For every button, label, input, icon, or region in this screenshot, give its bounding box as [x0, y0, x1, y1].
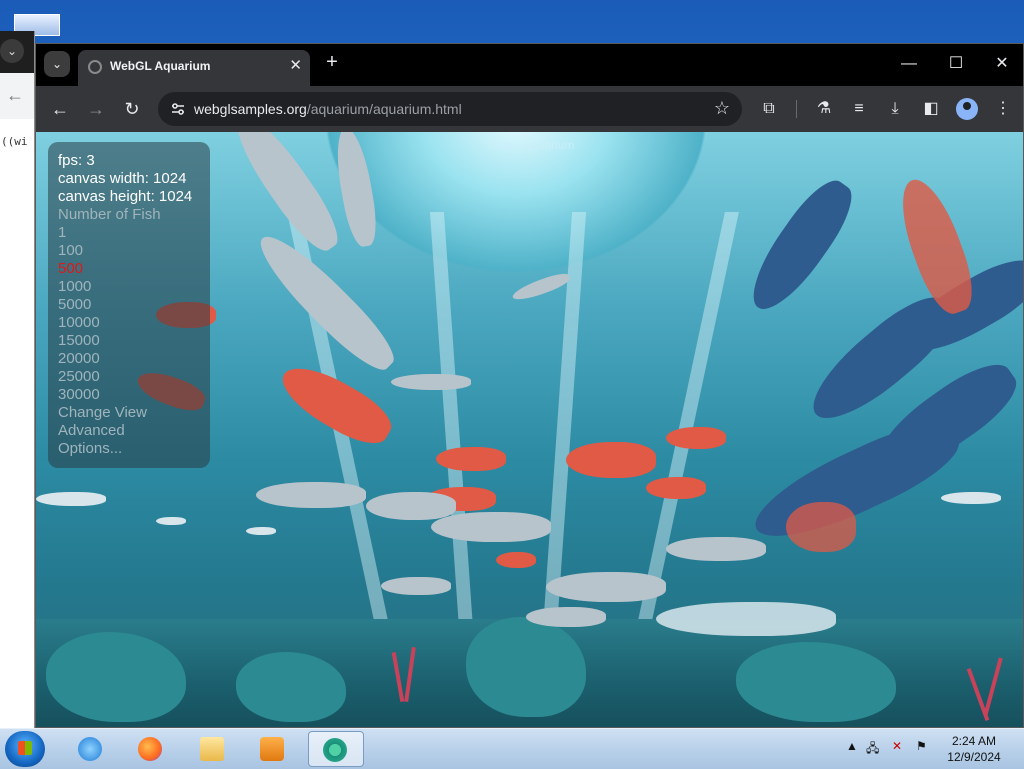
tab-webgl-aquarium[interactable]: WebGL Aquarium ✕ — [78, 50, 310, 86]
download-icon[interactable]: ⤓ — [882, 96, 908, 122]
fish — [566, 442, 656, 478]
internet-explorer-button[interactable] — [66, 731, 114, 767]
background-browser-window[interactable]: ⌄ ← ((wi — [0, 31, 35, 728]
minimize-button[interactable]: — — [886, 50, 932, 78]
action-center-flag-icon[interactable]: ⚑ — [916, 739, 927, 753]
forward-button[interactable]: → — [83, 96, 109, 122]
browser-window: ⌄ WebGL Aquarium ✕ + — ☐ ✕ ← → ↻ webglsa… — [35, 43, 1024, 728]
fish — [510, 270, 572, 304]
start-button[interactable] — [5, 731, 45, 767]
fish — [381, 577, 451, 595]
chrome-taskbar-button[interactable] — [308, 731, 364, 767]
fish-option-20000[interactable]: 20000 — [58, 350, 100, 367]
fish — [786, 502, 856, 552]
fish — [666, 427, 726, 449]
fish-option-10000[interactable]: 10000 — [58, 314, 100, 331]
clock-date: 12/9/2024 — [947, 750, 1001, 764]
reload-button[interactable]: ↻ — [119, 96, 145, 122]
show-hidden-icons-chevron[interactable]: ▲ — [846, 739, 858, 753]
tab-title: WebGL Aquarium — [110, 59, 211, 73]
file-explorer-icon — [200, 737, 224, 761]
side-panel-icon[interactable]: ◧ — [918, 96, 944, 122]
title-bar: ⌄ WebGL Aquarium ✕ + — ☐ ✕ — [36, 44, 1023, 86]
file-explorer-button[interactable] — [188, 731, 236, 767]
fish — [526, 607, 606, 627]
back-button[interactable]: ← — [47, 96, 73, 122]
media-player-icon — [260, 737, 284, 761]
background-code-text: ((wi — [1, 135, 28, 148]
chevron-down-icon[interactable]: ⌄ — [0, 39, 24, 63]
site-settings-icon[interactable] — [170, 101, 186, 117]
fish — [256, 482, 366, 508]
bookmark-star-icon[interactable]: ☆ — [714, 98, 730, 119]
fish — [36, 492, 106, 506]
media-player-button[interactable] — [248, 731, 296, 767]
background-toolbar: ← — [0, 73, 34, 119]
pillar — [429, 212, 477, 672]
fish — [666, 537, 766, 561]
toolbar-divider — [796, 100, 797, 118]
fish — [941, 492, 1001, 504]
globe-icon — [88, 60, 102, 74]
fps-readout: fps: 3 — [58, 152, 95, 169]
volume-muted-icon[interactable]: ✕ — [892, 739, 902, 753]
fish — [646, 477, 706, 499]
taskbar: ▲ 🖧 ✕ ⚑ 2:24 AM 12/9/2024 — [0, 728, 1024, 769]
firefox-icon — [138, 737, 162, 761]
browser-toolbar: ← → ↻ webglsamples.org/aquarium/aquarium… — [36, 86, 1023, 132]
fish — [246, 527, 276, 535]
close-window-button[interactable]: ✕ — [979, 50, 1023, 78]
url-path: /aquarium/aquarium.html — [306, 101, 462, 117]
fish-option-5000[interactable]: 5000 — [58, 296, 91, 313]
address-bar[interactable]: webglsamples.org/aquarium/aquarium.html … — [158, 92, 742, 126]
new-tab-button[interactable]: + — [320, 51, 344, 74]
fish — [496, 552, 536, 568]
fish — [546, 572, 666, 602]
canvas-height-readout: canvas height: 1024 — [58, 188, 193, 205]
fish — [156, 517, 186, 525]
fish — [431, 512, 551, 542]
internet-explorer-icon — [78, 737, 102, 761]
fish-option-15000[interactable]: 15000 — [58, 332, 100, 349]
fish — [366, 492, 456, 520]
fish-option-1000[interactable]: 1000 — [58, 278, 91, 295]
fish — [436, 447, 506, 471]
url-host: webglsamples.org — [194, 101, 307, 117]
change-view-link[interactable]: Change View — [58, 404, 147, 421]
profile-avatar[interactable] — [956, 98, 978, 120]
network-icon[interactable]: 🖧 — [866, 739, 879, 760]
fish-option-25000[interactable]: 25000 — [58, 368, 100, 385]
canvas-width-readout: canvas width: 1024 — [58, 170, 187, 187]
firefox-button[interactable] — [126, 731, 174, 767]
system-clock[interactable]: 2:24 AM 12/9/2024 — [934, 733, 1014, 765]
number-of-fish-label: Number of Fish — [58, 206, 161, 223]
fish — [391, 374, 471, 390]
back-arrow-icon[interactable]: ← — [6, 85, 24, 106]
dome-skylight — [326, 132, 706, 272]
clock-time: 2:24 AM — [951, 734, 997, 748]
labs-flask-icon[interactable]: ⚗ — [811, 96, 837, 122]
fish-option-100[interactable]: 100 — [58, 242, 83, 259]
close-tab-icon[interactable]: ✕ — [289, 56, 302, 74]
extensions-icon[interactable]: ⧉ — [756, 96, 782, 122]
maximize-button[interactable]: ☐ — [933, 50, 979, 78]
options-link[interactable]: Options... — [58, 440, 122, 457]
fish-option-30000[interactable]: 30000 — [58, 386, 100, 403]
background-tabbar: ⌄ — [0, 31, 34, 73]
tdl-aquarium-link[interactable]: tdl.js - aquarium — [489, 138, 574, 152]
fish — [738, 170, 864, 322]
aquarium-canvas[interactable]: tdl.js - aquarium fps: 3 canvas width: 1… — [36, 132, 1023, 727]
fish-option-1[interactable]: 1 — [58, 224, 66, 241]
advanced-link[interactable]: Advanced — [58, 422, 125, 439]
media-queue-icon[interactable]: ≡ — [846, 96, 872, 122]
menu-kebab-icon[interactable]: ⋮ — [990, 96, 1016, 122]
fish — [889, 172, 983, 320]
shark — [656, 602, 836, 636]
tab-search-button[interactable]: ⌄ — [44, 51, 70, 77]
url-text: webglsamples.org/aquarium/aquarium.html — [194, 101, 462, 117]
settings-panel: fps: 3 canvas width: 1024 canvas height:… — [48, 142, 210, 468]
chrome-app-icon — [323, 738, 347, 762]
fish-option-500-selected[interactable]: 500 — [58, 260, 83, 277]
